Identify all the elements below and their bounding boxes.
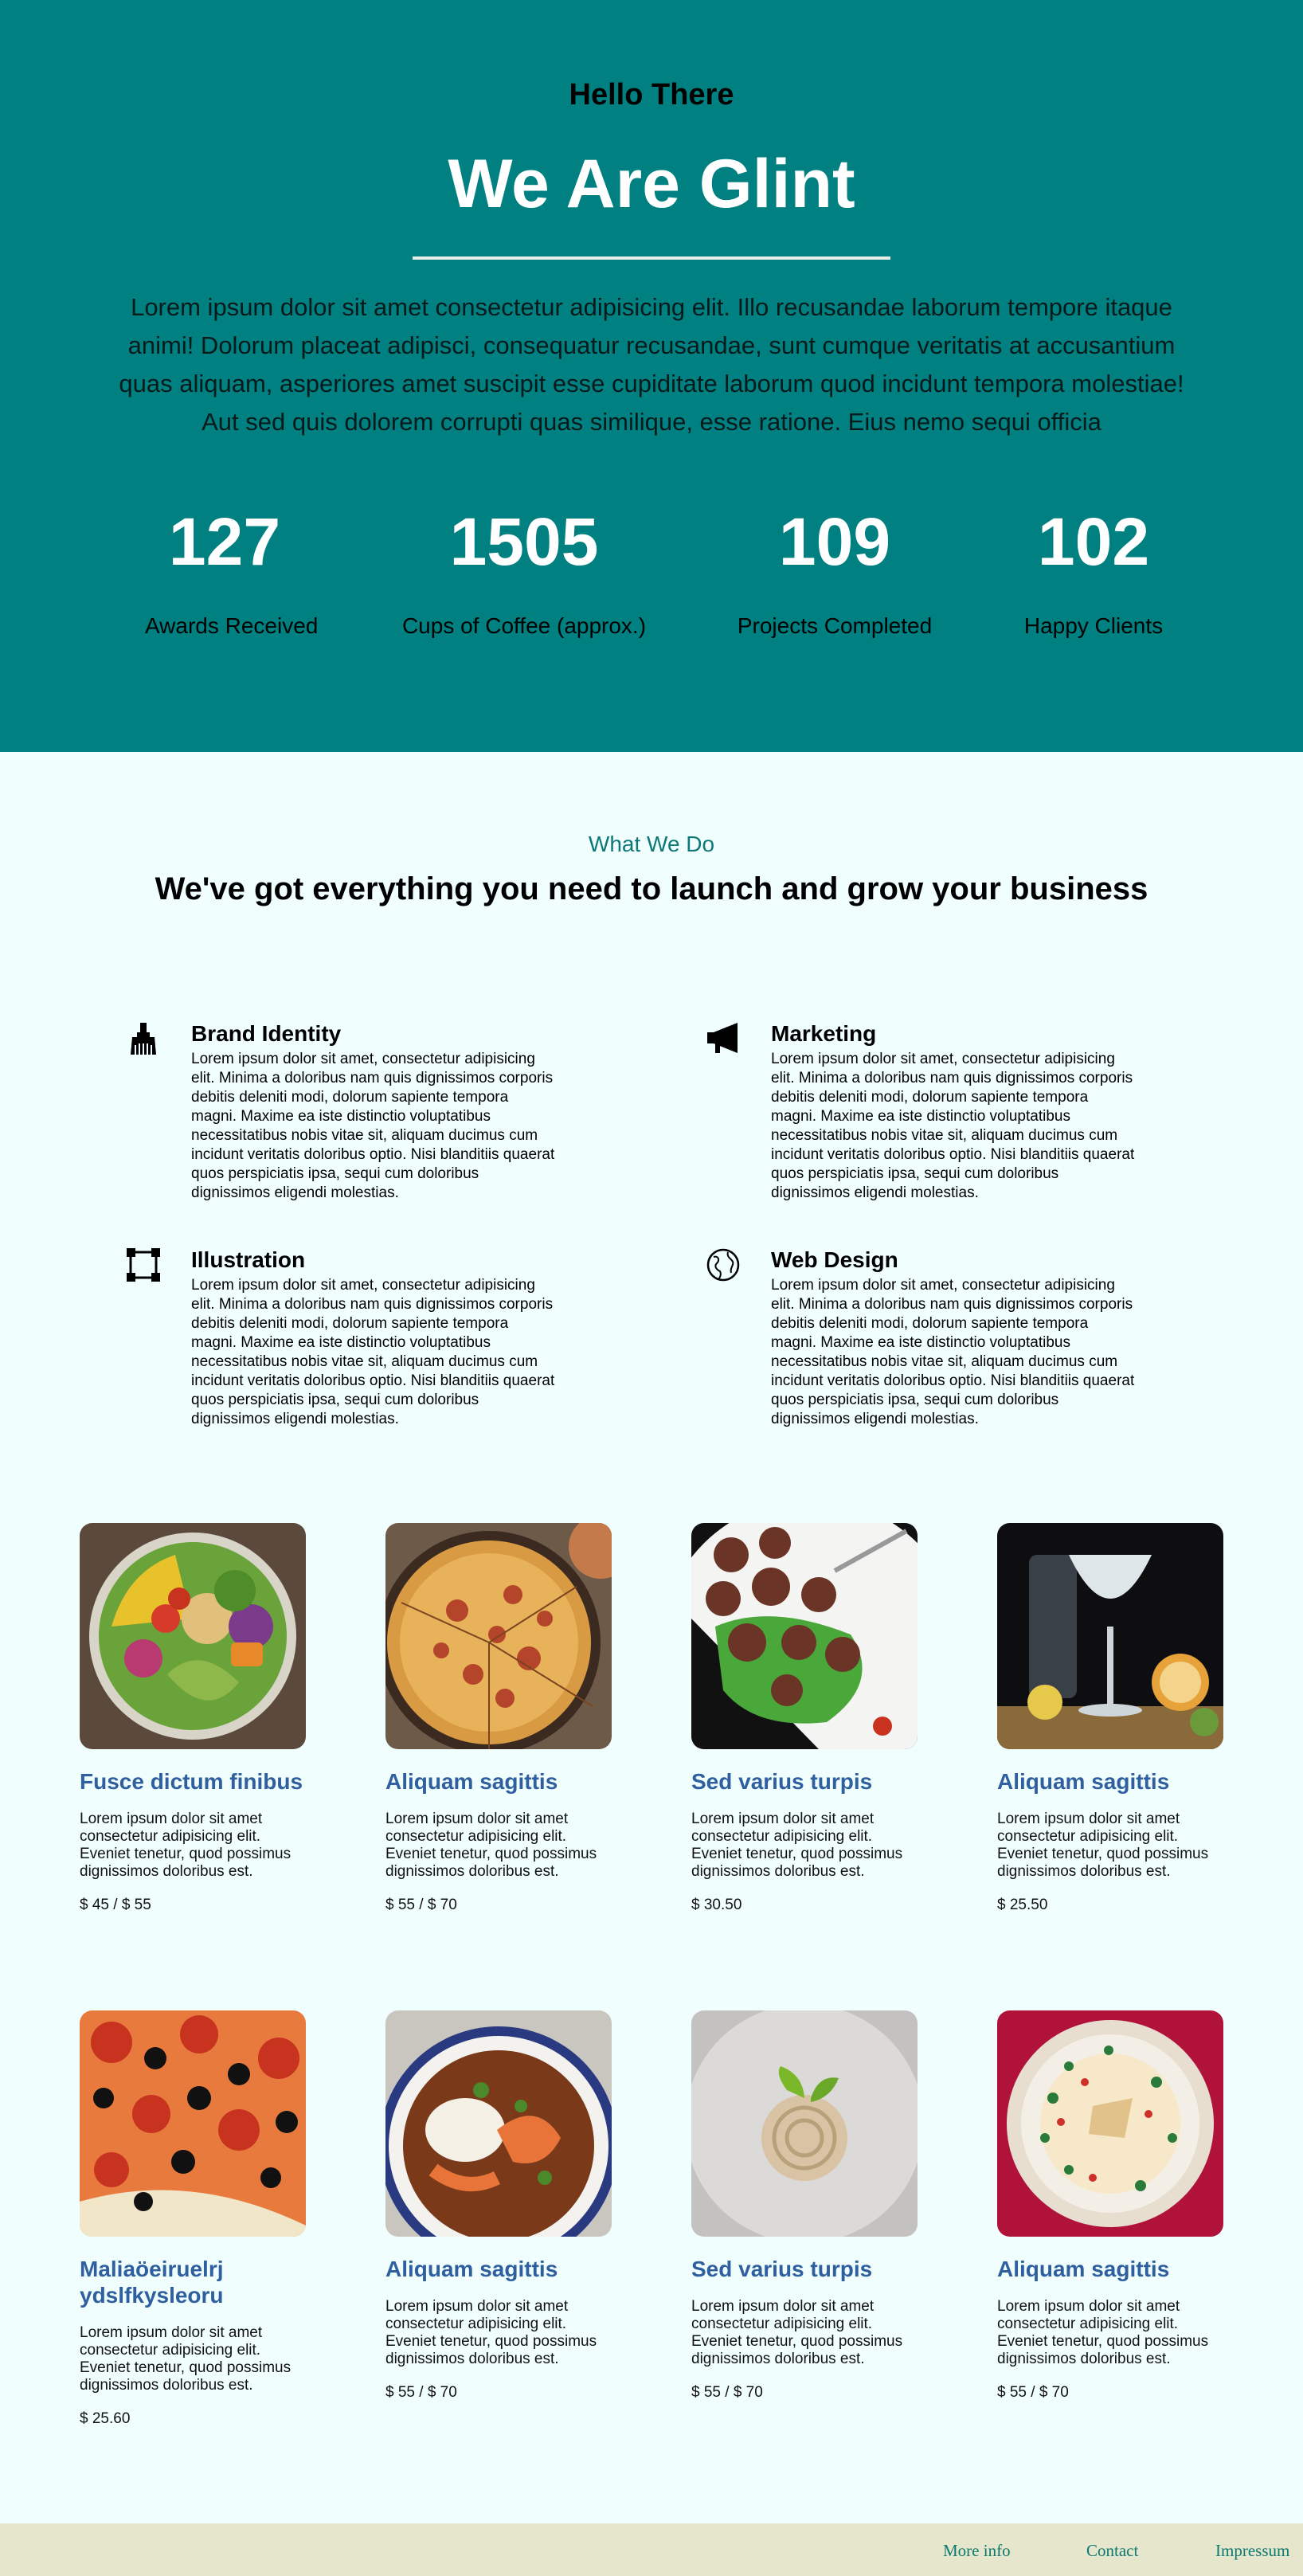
menu-card-description: Lorem ipsum dolor sit amet consectetur a… (997, 1811, 1209, 1880)
shrimp-curry-photo (385, 2010, 612, 2237)
menu-card-price: $ 55 / $ 70 (385, 2384, 457, 2401)
menu-card-price: $ 55 / $ 70 (691, 2384, 763, 2401)
menu-card-price: $ 30.50 (691, 1897, 742, 1913)
pepperoni-olive-pizza-photo (80, 2010, 306, 2237)
stat-number: 127 (168, 504, 281, 579)
menu-card-description: Lorem ipsum dolor sit amet consectetur a… (385, 1811, 597, 1880)
menu-card-description: Lorem ipsum dolor sit amet consectetur a… (80, 1811, 292, 1880)
pizza-photo (385, 1523, 612, 1749)
menu-card-description: Lorem ipsum dolor sit amet consectetur a… (80, 2324, 292, 2394)
menu-card-description: Lorem ipsum dolor sit amet consectetur a… (691, 2298, 903, 2367)
stat-number: 102 (1037, 504, 1150, 579)
service-text: Lorem ipsum dolor sit amet, consectetur … (771, 1051, 1135, 1201)
footer-link-impressum[interactable]: Impressum (1215, 2541, 1289, 2561)
salad-bowl-photo (80, 1523, 306, 1749)
service-title: Brand Identity (191, 1021, 342, 1046)
brush-icon (126, 1021, 161, 1056)
service-title: Illustration (191, 1247, 306, 1272)
menu-card[interactable]: Aliquam sagittis Lorem ipsum dolor sit a… (997, 2010, 1236, 2402)
hero-greeting: Hello There (569, 78, 734, 112)
menu-card[interactable]: Aliquam sagittis Lorem ipsum dolor sit a… (997, 1523, 1236, 1914)
footer: More info Contact Impressum (0, 2523, 1303, 2576)
stat-label: Cups of Coffee (approx.) (401, 613, 647, 638)
service-text: Lorem ipsum dolor sit amet, consectetur … (191, 1277, 555, 1427)
stat-clients: 102 Happy Clients (1010, 502, 1177, 639)
menu-card-title[interactable]: Aliquam sagittis (385, 2256, 624, 2282)
pasta-plate-photo (997, 2010, 1223, 2237)
menu-card[interactable]: Maliaöeiruelrj ydslfkysleoru Lorem ipsum… (80, 2010, 319, 2428)
menu-card[interactable]: Sed varius turpis Lorem ipsum dolor sit … (691, 2010, 930, 2402)
stat-number: 109 (778, 504, 891, 579)
menu-card-price: $ 25.50 (997, 1897, 1048, 1913)
menu-card[interactable]: Sed varius turpis Lorem ipsum dolor sit … (691, 1523, 930, 1914)
hero-section: Hello There We Are Glint Lorem ipsum dol… (0, 0, 1303, 752)
menu-card-description: Lorem ipsum dolor sit amet consectetur a… (997, 2298, 1209, 2367)
menu-card[interactable]: Fusce dictum finibus Lorem ipsum dolor s… (80, 1523, 319, 1914)
hero-title: We Are Glint (448, 146, 855, 222)
section-heading: We've got everything you need to launch … (155, 871, 1148, 906)
menu-card-price: $ 25.60 (80, 2410, 131, 2427)
menu-card-title[interactable]: Fusce dictum finibus (80, 1768, 319, 1795)
footer-link-contact[interactable]: Contact (1086, 2541, 1138, 2561)
service-title: Marketing (771, 1021, 877, 1046)
section-eyebrow: What We Do (588, 832, 715, 856)
menu-card-price: $ 55 / $ 70 (385, 1897, 457, 1913)
service-text: Lorem ipsum dolor sit amet, consectetur … (191, 1051, 555, 1201)
menu-card-title[interactable]: Sed varius turpis (691, 2256, 930, 2282)
menu-card-title[interactable]: Aliquam sagittis (997, 2256, 1236, 2282)
menu-card-title[interactable]: Aliquam sagittis (997, 1768, 1236, 1795)
stat-number: 1505 (449, 504, 599, 579)
menu-card[interactable]: Aliquam sagittis Lorem ipsum dolor sit a… (385, 1523, 624, 1914)
menu-card-description: Lorem ipsum dolor sit amet consectetur a… (691, 1811, 903, 1880)
vector-square-icon (126, 1247, 161, 1282)
service-title: Web Design (771, 1247, 898, 1272)
stat-label: Projects Completed (737, 613, 933, 638)
stat-coffee: 1505 Cups of Coffee (approx.) (398, 502, 650, 639)
pasta-swirl-photo (691, 2010, 918, 2237)
service-text: Lorem ipsum dolor sit amet, consectetur … (771, 1277, 1135, 1427)
menu-card-price: $ 45 / $ 55 (80, 1897, 151, 1913)
menu-card-title[interactable]: Sed varius turpis (691, 1768, 930, 1795)
menu-card[interactable]: Aliquam sagittis Lorem ipsum dolor sit a… (385, 2010, 624, 2402)
stat-awards: 127 Awards Received (145, 502, 319, 639)
hero-description: Lorem ipsum dolor sit amet consectetur a… (119, 293, 1184, 436)
stat-projects: 109 Projects Completed (733, 502, 937, 639)
megaphone-icon (706, 1021, 741, 1056)
stat-label: Happy Clients (1023, 613, 1164, 638)
meatballs-photo (691, 1523, 918, 1749)
menu-card-description: Lorem ipsum dolor sit amet consectetur a… (385, 2298, 597, 2367)
menu-card-title[interactable]: Aliquam sagittis (385, 1768, 624, 1795)
hero-divider (413, 256, 890, 260)
menu-card-price: $ 55 / $ 70 (997, 2384, 1069, 2401)
footer-link-more-info[interactable]: More info (943, 2541, 1011, 2561)
menu-card-title[interactable]: Maliaöeiruelrj ydslfkysleoru (80, 2256, 319, 2308)
globe-icon (706, 1247, 741, 1282)
stat-label: Awards Received (145, 613, 319, 638)
gin-tonic-photo (997, 1523, 1223, 1749)
